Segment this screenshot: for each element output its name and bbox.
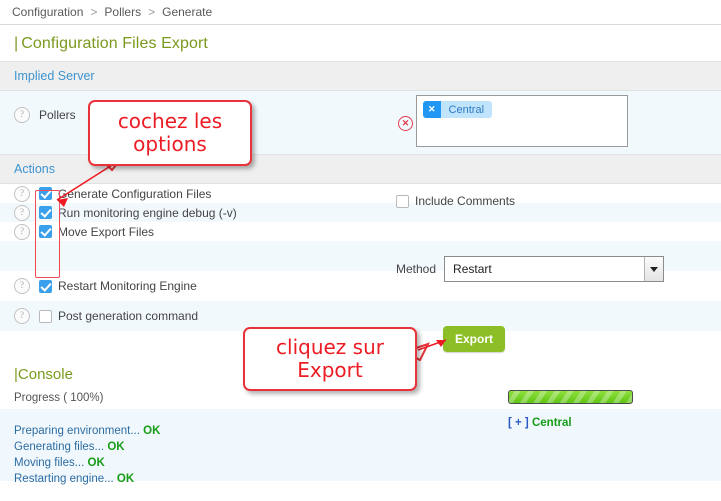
log-line: Moving files... OK	[14, 455, 160, 471]
log-line: Restarting engine... OK	[14, 471, 160, 487]
console-title-text: Console	[18, 366, 73, 383]
include-comments-label: Include Comments	[415, 194, 515, 208]
checkbox-include-comments[interactable]	[396, 195, 409, 208]
breadcrumb-item-configuration[interactable]: Configuration	[12, 5, 83, 19]
checkbox-label: Post generation command	[58, 309, 198, 323]
question-mark-icon[interactable]: ?	[14, 308, 30, 324]
checkbox-label: Run monitoring engine debug (-v)	[58, 206, 237, 220]
checkbox-label: Restart Monitoring Engine	[58, 279, 197, 293]
action-row-generate-configuration-files: ? Generate Configuration Files	[0, 184, 721, 203]
log-status: OK	[107, 441, 124, 453]
circle-x-icon[interactable]: ✕	[398, 116, 413, 131]
method-field: Method Restart	[396, 256, 664, 282]
annotation-callout-options: cochez les options	[88, 100, 252, 166]
chevron-down-icon[interactable]	[644, 257, 663, 281]
question-mark-icon[interactable]: ?	[14, 278, 30, 294]
progress-bar	[508, 390, 633, 404]
tag-remove-icon[interactable]: ✕	[423, 101, 441, 118]
poller-status[interactable]: [ + ] Central	[508, 417, 572, 429]
breadcrumb: Configuration > Pollers > Generate	[0, 0, 721, 25]
poller-status-name: Central	[532, 417, 572, 429]
breadcrumb-separator: >	[90, 5, 97, 19]
annotation-highlight-checkboxes	[35, 190, 60, 278]
log-text: Restarting engine...	[14, 473, 117, 485]
title-accent-bar: |	[14, 35, 18, 52]
poller-status-prefix: [ + ]	[508, 417, 529, 429]
tag-central[interactable]: ✕ Central	[423, 101, 492, 118]
log-status: OK	[143, 425, 160, 437]
question-mark-icon[interactable]: ?	[14, 205, 30, 221]
method-selected-value: Restart	[453, 262, 492, 276]
question-mark-icon[interactable]: ?	[14, 107, 30, 123]
checkbox-restart-monitoring-engine[interactable]	[39, 280, 52, 293]
section-header-implied-server: Implied Server	[0, 61, 721, 91]
breadcrumb-separator: >	[148, 5, 155, 19]
question-mark-icon[interactable]: ?	[14, 224, 30, 240]
action-row-move-export-files: ? Move Export Files	[0, 222, 721, 241]
checkbox-label: Move Export Files	[58, 225, 154, 239]
method-select[interactable]: Restart	[444, 256, 664, 282]
checkbox-post-generation-command[interactable]	[39, 310, 52, 323]
question-mark-icon[interactable]: ?	[14, 186, 30, 202]
log-text: Moving files...	[14, 457, 88, 469]
page-title: |Configuration Files Export	[0, 25, 721, 61]
pollers-label: Pollers	[39, 108, 76, 122]
export-button[interactable]: Export	[443, 326, 505, 352]
log-line: Preparing environment... OK	[14, 423, 160, 439]
console-title: |Console	[14, 366, 73, 383]
tag-label: Central	[441, 101, 492, 118]
log-text: Generating files...	[14, 441, 107, 453]
page-title-text: Configuration Files Export	[21, 35, 208, 52]
log-status: OK	[88, 457, 105, 469]
checkbox-label: Generate Configuration Files	[58, 187, 211, 201]
method-label: Method	[396, 262, 436, 276]
log-status: OK	[117, 473, 134, 485]
progress-label: Progress ( 100%)	[14, 392, 103, 404]
include-comments-row: Include Comments	[396, 194, 515, 208]
breadcrumb-item-generate[interactable]: Generate	[162, 5, 212, 19]
pollers-multiselect[interactable]: ✕ Central	[416, 95, 628, 147]
annotation-callout-export: cliquez sur Export	[243, 327, 417, 391]
console-log: Preparing environment... OK Generating f…	[14, 423, 160, 487]
action-row-run-monitoring-engine-debug: ? Run monitoring engine debug (-v)	[0, 203, 721, 222]
breadcrumb-item-pollers[interactable]: Pollers	[104, 5, 141, 19]
log-text: Preparing environment...	[14, 425, 143, 437]
log-line: Generating files... OK	[14, 439, 160, 455]
